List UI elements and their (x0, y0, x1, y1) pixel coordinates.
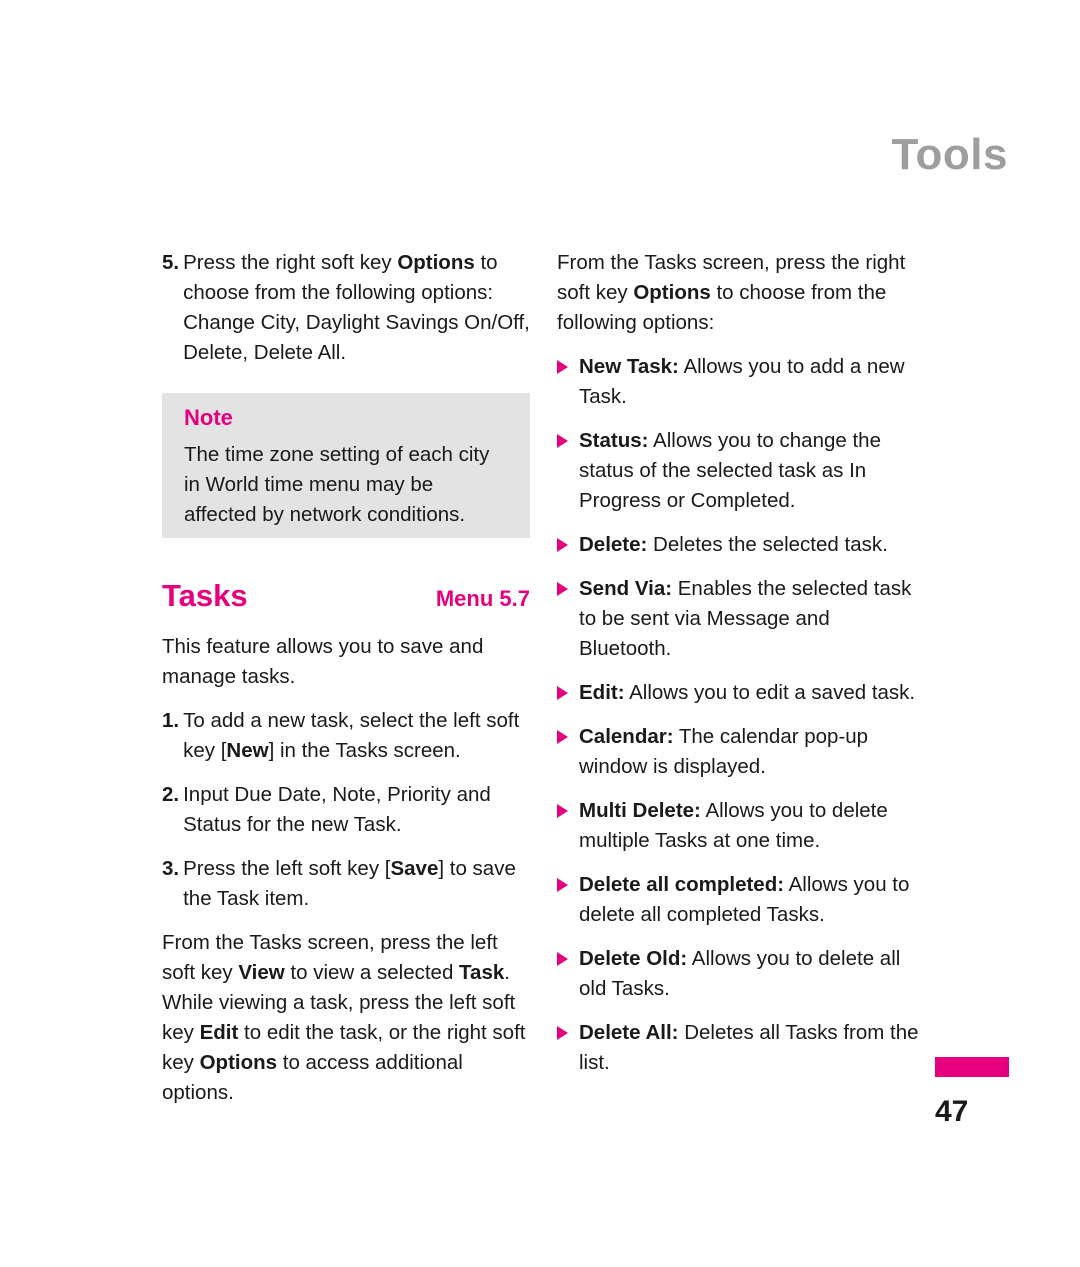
step-2-text: Input Due Date, Note, Priority and Statu… (183, 783, 491, 836)
step-1: 1. To add a new task, select the left so… (162, 706, 530, 766)
list-item-text: New Task: Allows you to add a new Task. (579, 352, 925, 412)
list-item: Delete: Deletes the selected task. (557, 530, 925, 560)
triangle-bullet-icon (557, 352, 575, 412)
list-item-label: Send Via: (579, 577, 673, 600)
list-item-label: New Task: (579, 355, 679, 378)
list-item-desc: Deletes the selected task. (647, 533, 888, 556)
page-number: 47 (935, 1095, 969, 1128)
note-text: The time zone setting of each city in Wo… (184, 443, 490, 526)
tasks-intro-text: This feature allows you to save and mana… (162, 635, 484, 688)
list-item-label: Delete all completed: (579, 873, 785, 896)
list-item-label: Status: (579, 429, 649, 452)
section-heading: Tasks Menu 5.7 (162, 578, 530, 618)
options-intro-paragraph: From the Tasks screen, press the right s… (557, 248, 925, 338)
section-menu-number: Menu 5.7 (435, 586, 530, 611)
list-item-text: Delete Old: Allows you to delete all old… (579, 944, 925, 1004)
step-5-bold-options: Options (397, 251, 475, 274)
triangle-bullet-icon (557, 1018, 575, 1078)
step-5-text: Press the right soft key Options to choo… (183, 248, 530, 368)
section-title: Tasks (162, 578, 248, 613)
closing-bold-view: View (238, 961, 285, 984)
closing-bold-task: Task (459, 961, 505, 984)
step-1-bold-new: New (226, 739, 269, 762)
list-item-label: Calendar: (579, 725, 674, 748)
step-3: 3. Press the left soft key [Save] to sav… (162, 854, 530, 914)
triangle-bullet-icon (557, 678, 575, 708)
closing-bold-edit: Edit (199, 1021, 239, 1044)
footer-accent-bar (935, 1057, 1009, 1077)
list-item-text: Send Via: Enables the selected task to b… (579, 574, 925, 664)
step-3-bold-save: Save (390, 857, 439, 880)
closing-bold-options: Options (199, 1051, 278, 1074)
list-item-label: Delete: (579, 533, 648, 556)
list-item-text: Status: Allows you to change the status … (579, 426, 925, 516)
closing-text-b: to view a selected (284, 961, 460, 984)
list-item: Edit: Allows you to edit a saved task. (557, 678, 925, 708)
list-item-text: Delete All: Deletes all Tasks from the l… (579, 1018, 925, 1078)
left-column: 5. Press the right soft key Options to c… (162, 248, 530, 1122)
step-3-text-a: Press the left soft key [ (183, 857, 391, 880)
step-1-text: To add a new task, select the left soft … (183, 706, 530, 766)
list-item: Delete Old: Allows you to delete all old… (557, 944, 925, 1004)
list-item-label: Multi Delete: (579, 799, 701, 822)
triangle-bullet-icon (557, 722, 575, 782)
list-item: Calendar: The calendar pop-up window is … (557, 722, 925, 782)
list-item-text: Delete all completed: Allows you to dele… (579, 870, 925, 930)
page-header-title: Tools (891, 130, 1008, 179)
triangle-bullet-icon (557, 944, 575, 1004)
list-item-label: Edit: (579, 681, 625, 704)
list-item-label: Delete Old: (579, 947, 688, 970)
list-item: Send Via: Enables the selected task to b… (557, 574, 925, 664)
step-1-number: 1. (162, 709, 180, 732)
list-item: Multi Delete: Allows you to delete multi… (557, 796, 925, 856)
step-2: 2. Input Due Date, Note, Priority and St… (162, 780, 530, 840)
options-intro-bold-options: Options (633, 281, 711, 304)
note-box: Note The time zone setting of each city … (162, 393, 530, 538)
right-column: From the Tasks screen, press the right s… (557, 248, 925, 1092)
triangle-bullet-icon (557, 530, 575, 560)
triangle-bullet-icon (557, 574, 575, 664)
list-item-text: Calendar: The calendar pop-up window is … (579, 722, 925, 782)
step-1-text-b: ] in the Tasks screen. (268, 739, 461, 762)
list-item-text: Delete: Deletes the selected task. (579, 530, 925, 560)
triangle-bullet-icon (557, 796, 575, 856)
note-title: Note (184, 405, 233, 430)
list-item-text: Multi Delete: Allows you to delete multi… (579, 796, 925, 856)
list-item: Delete all completed: Allows you to dele… (557, 870, 925, 930)
list-item-desc: Allows you to edit a saved task. (624, 681, 916, 704)
list-item: Status: Allows you to change the status … (557, 426, 925, 516)
triangle-bullet-icon (557, 870, 575, 930)
manual-page: Tools 5. Press the right soft key Option… (0, 0, 1080, 1267)
step-3-number: 3. (162, 857, 180, 880)
list-item-label: Delete All: (579, 1021, 679, 1044)
list-item-text: Edit: Allows you to edit a saved task. (579, 678, 925, 708)
step-2-number: 2. (162, 783, 180, 806)
tasks-closing-paragraph: From the Tasks screen, press the left so… (162, 928, 530, 1108)
step-5-text-a: Press the right soft key (183, 251, 398, 274)
list-item: Delete All: Deletes all Tasks from the l… (557, 1018, 925, 1078)
triangle-bullet-icon (557, 426, 575, 516)
list-item: New Task: Allows you to add a new Task. (557, 352, 925, 412)
step-5: 5. Press the right soft key Options to c… (162, 248, 530, 368)
step-3-text: Press the left soft key [Save] to save t… (183, 854, 530, 914)
step-5-number: 5. (162, 251, 180, 274)
